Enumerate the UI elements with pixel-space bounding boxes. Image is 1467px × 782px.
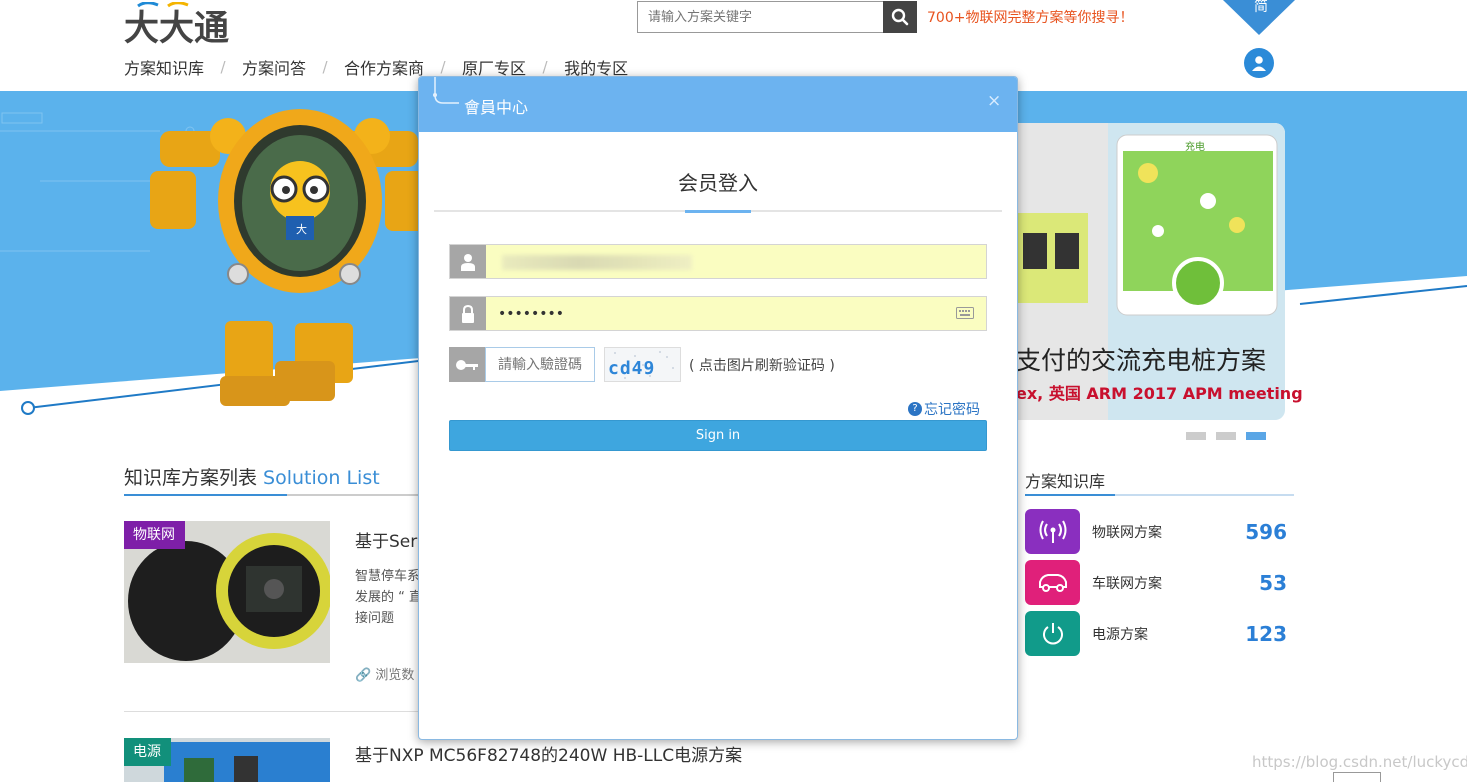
- modal-header: 會員中心 ×: [419, 77, 1017, 132]
- link-icon: 🔗: [355, 668, 372, 683]
- phone-header-text: 充电: [1185, 140, 1205, 153]
- redacted-username-blur: [502, 255, 692, 270]
- kb-item-label: 车联网方案: [1092, 576, 1162, 592]
- kb-icon-box: [1025, 560, 1080, 605]
- nav-separator: /: [322, 58, 328, 76]
- page: 大大通 700+物联网完整方案等你搜寻！ 简 方案知识库 / 方案问答 / 合作…: [0, 0, 1467, 782]
- kb-item-count: 123: [1245, 622, 1287, 646]
- nav-item-partners[interactable]: 合作方案商: [344, 55, 424, 79]
- kb-icon-box: [1025, 509, 1080, 554]
- robot-badge-text: 大: [296, 222, 307, 236]
- question-icon: ?: [908, 402, 922, 416]
- nav-item-qa[interactable]: 方案问答: [242, 55, 306, 79]
- antenna-icon: [1039, 520, 1066, 543]
- captcha-hint: ( 点击图片刷新验证码 ): [689, 358, 835, 374]
- user-field-icon-box: [450, 245, 486, 278]
- banner-slider-dots: [1186, 432, 1266, 440]
- captcha-key-icon-box: [449, 347, 485, 382]
- knowledge-base-accent: [1025, 494, 1115, 496]
- solution-heading-accent: [124, 494, 287, 496]
- site-logo[interactable]: 大大通: [124, 1, 240, 49]
- logo-text: 大大通: [124, 9, 229, 44]
- slider-dot-active[interactable]: [1246, 432, 1266, 440]
- article-title[interactable]: 基于Ser: [355, 527, 417, 552]
- search-button[interactable]: [883, 1, 917, 33]
- scroll-top-button[interactable]: [1333, 772, 1381, 782]
- slider-dot[interactable]: [1186, 432, 1206, 440]
- article-title[interactable]: 基于NXP MC56F82748的240W HB-LLC电源方案: [355, 741, 742, 766]
- kb-item-power[interactable]: 电源方案 123: [1025, 611, 1287, 656]
- article-category-tag[interactable]: 物联网: [124, 521, 185, 549]
- modal-title: 會員中心: [464, 98, 529, 117]
- user-icon: [461, 253, 475, 271]
- forgot-password-label: 忘记密码: [924, 402, 980, 418]
- kb-item-count: 53: [1259, 571, 1287, 595]
- kb-item-label: 电源方案: [1092, 627, 1148, 643]
- search-input[interactable]: [638, 2, 884, 32]
- forgot-password-link[interactable]: ? 忘记密码: [908, 399, 980, 419]
- login-heading: 会员登入: [678, 171, 758, 195]
- language-label[interactable]: 简: [1251, 0, 1271, 16]
- car-icon: [1038, 573, 1067, 592]
- search-tagline: 700+物联网完整方案等你搜寻！: [927, 10, 1134, 26]
- captcha-image[interactable]: cd49: [604, 347, 681, 382]
- member-center-modal: 會員中心 × 会员登入 •••••••• 請輸入驗證碼 cd49 (点击图片刷…: [418, 76, 1018, 740]
- username-field: [449, 244, 987, 279]
- kb-item-label: 物联网方案: [1092, 525, 1162, 541]
- user-account-button[interactable]: [1244, 48, 1274, 78]
- knowledge-base-heading: 方案知识库: [1025, 472, 1106, 491]
- lock-field-icon-box: [450, 297, 486, 330]
- nav-item-solution-kb[interactable]: 方案知识库: [124, 55, 204, 79]
- password-field: [449, 296, 987, 331]
- kb-item-iot[interactable]: 物联网方案 596: [1025, 509, 1287, 554]
- nav-separator: /: [440, 58, 446, 76]
- sign-in-button[interactable]: Sign in: [449, 420, 987, 451]
- slider-dot[interactable]: [1216, 432, 1236, 440]
- key-icon: [456, 359, 478, 370]
- power-icon: [1042, 622, 1063, 644]
- article-views-label: 浏览数: [375, 668, 415, 683]
- article-views: 🔗 浏览数: [355, 664, 414, 683]
- banner-title: 支付的交流充电桩方案: [1016, 346, 1267, 375]
- main-nav: 方案知识库 / 方案问答 / 合作方案商 / 原厂专区 / 我的专区: [124, 56, 628, 78]
- watermark: https://blog.csdn.net/luckycdy: [1252, 753, 1467, 771]
- solution-heading-zh: 知识库方案列表: [124, 467, 258, 489]
- kb-item-count: 596: [1245, 520, 1287, 544]
- solution-heading-en: Solution List: [263, 467, 380, 489]
- captcha-input[interactable]: [485, 347, 595, 382]
- solution-list-heading: 知识库方案列表 Solution List: [124, 463, 380, 490]
- nav-separator: /: [220, 58, 226, 76]
- article-divider: [124, 711, 424, 712]
- header-decoration-icon: [433, 77, 459, 104]
- banner-subtitle: ex, 英国 ARM 2017 APM meeting: [1016, 384, 1303, 403]
- article-category-tag[interactable]: 电源: [124, 738, 171, 766]
- lock-icon: [462, 304, 474, 323]
- modal-close-button[interactable]: ×: [987, 91, 1001, 111]
- search-box: [637, 1, 917, 33]
- keyboard-icon[interactable]: [956, 307, 974, 319]
- captcha-code: cd49: [608, 358, 656, 379]
- login-heading-accent: [685, 210, 751, 213]
- logo-graphic: 大大通: [124, 1, 229, 49]
- kb-icon-box: [1025, 611, 1080, 656]
- kb-item-vehicle[interactable]: 车联网方案 53: [1025, 560, 1287, 605]
- password-input[interactable]: [486, 297, 986, 330]
- nav-separator: /: [542, 58, 548, 76]
- user-icon: [1252, 56, 1266, 71]
- search-icon: [891, 8, 909, 26]
- article-description: 智慧停车系 发展的 “ 直接问题: [355, 569, 422, 626]
